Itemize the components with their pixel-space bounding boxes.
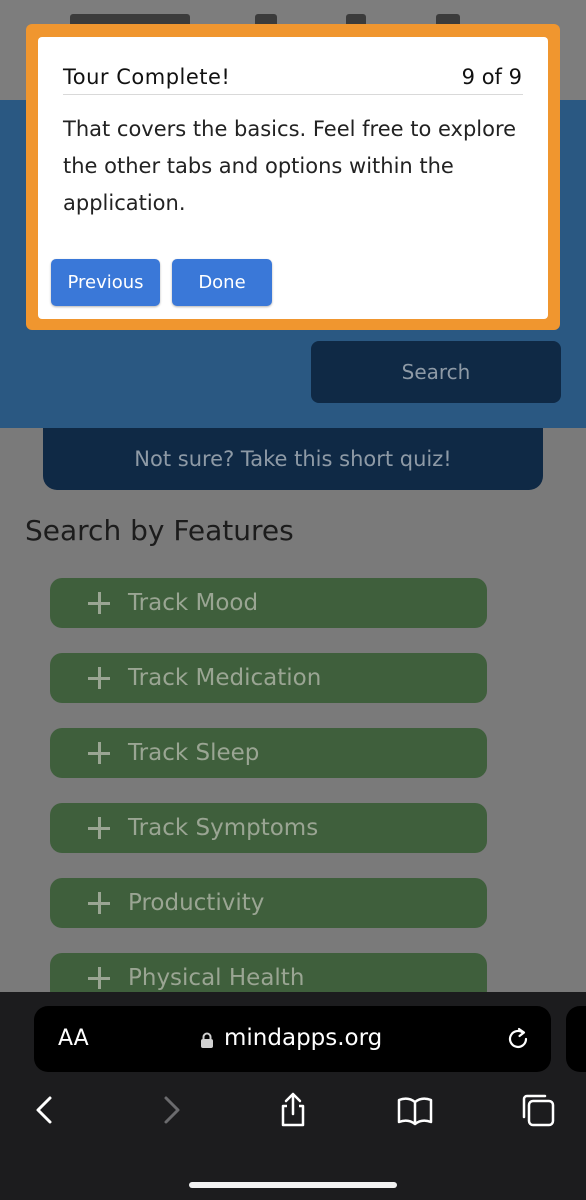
- text-size-button[interactable]: AA: [58, 1026, 89, 1051]
- tour-divider: [63, 94, 523, 95]
- plus-icon: [88, 817, 110, 839]
- feature-label: Track Mood: [128, 590, 259, 616]
- tour-panel: Tour Complete! 9 of 9 That covers the ba…: [38, 37, 548, 319]
- tour-step-count: 9 of 9: [461, 65, 522, 89]
- browser-chrome: AA mindapps.org: [0, 992, 586, 1200]
- feature-label: Physical Health: [128, 965, 305, 991]
- next-tab-preview[interactable]: [566, 1006, 586, 1072]
- feature-track-sleep[interactable]: Track Sleep: [50, 728, 487, 778]
- lock-icon: [201, 1032, 213, 1048]
- quiz-button[interactable]: Not sure? Take this short quiz!: [43, 428, 543, 490]
- feature-label: Track Symptoms: [128, 815, 319, 841]
- previous-button[interactable]: Previous: [51, 259, 160, 306]
- back-icon[interactable]: [26, 1092, 62, 1128]
- done-button[interactable]: Done: [172, 259, 272, 306]
- forward-icon[interactable]: [154, 1092, 190, 1128]
- plus-icon: [88, 592, 110, 614]
- plus-icon: [88, 667, 110, 689]
- tour-popover: Tour Complete! 9 of 9 That covers the ba…: [26, 24, 560, 330]
- feature-track-medication[interactable]: Track Medication: [50, 653, 487, 703]
- address-bar[interactable]: AA mindapps.org: [34, 1006, 551, 1072]
- tour-body: That covers the basics. Feel free to exp…: [63, 117, 517, 215]
- home-indicator[interactable]: [189, 1182, 397, 1188]
- feature-track-mood[interactable]: Track Mood: [50, 578, 487, 628]
- reload-icon[interactable]: [504, 1025, 532, 1053]
- plus-icon: [88, 892, 110, 914]
- search-button[interactable]: Search: [311, 341, 561, 403]
- feature-track-symptoms[interactable]: Track Symptoms: [50, 803, 487, 853]
- bookmarks-icon[interactable]: [397, 1092, 433, 1128]
- tabs-icon[interactable]: [520, 1092, 556, 1128]
- plus-icon: [88, 967, 110, 989]
- share-icon[interactable]: [275, 1092, 311, 1128]
- url-text[interactable]: mindapps.org: [224, 1025, 382, 1051]
- feature-label: Track Sleep: [128, 740, 260, 766]
- tour-title: Tour Complete!: [63, 65, 231, 89]
- feature-productivity[interactable]: Productivity: [50, 878, 487, 928]
- plus-icon: [88, 742, 110, 764]
- feature-label: Track Medication: [128, 665, 322, 691]
- section-title: Search by Features: [25, 514, 294, 547]
- feature-label: Productivity: [128, 890, 265, 916]
